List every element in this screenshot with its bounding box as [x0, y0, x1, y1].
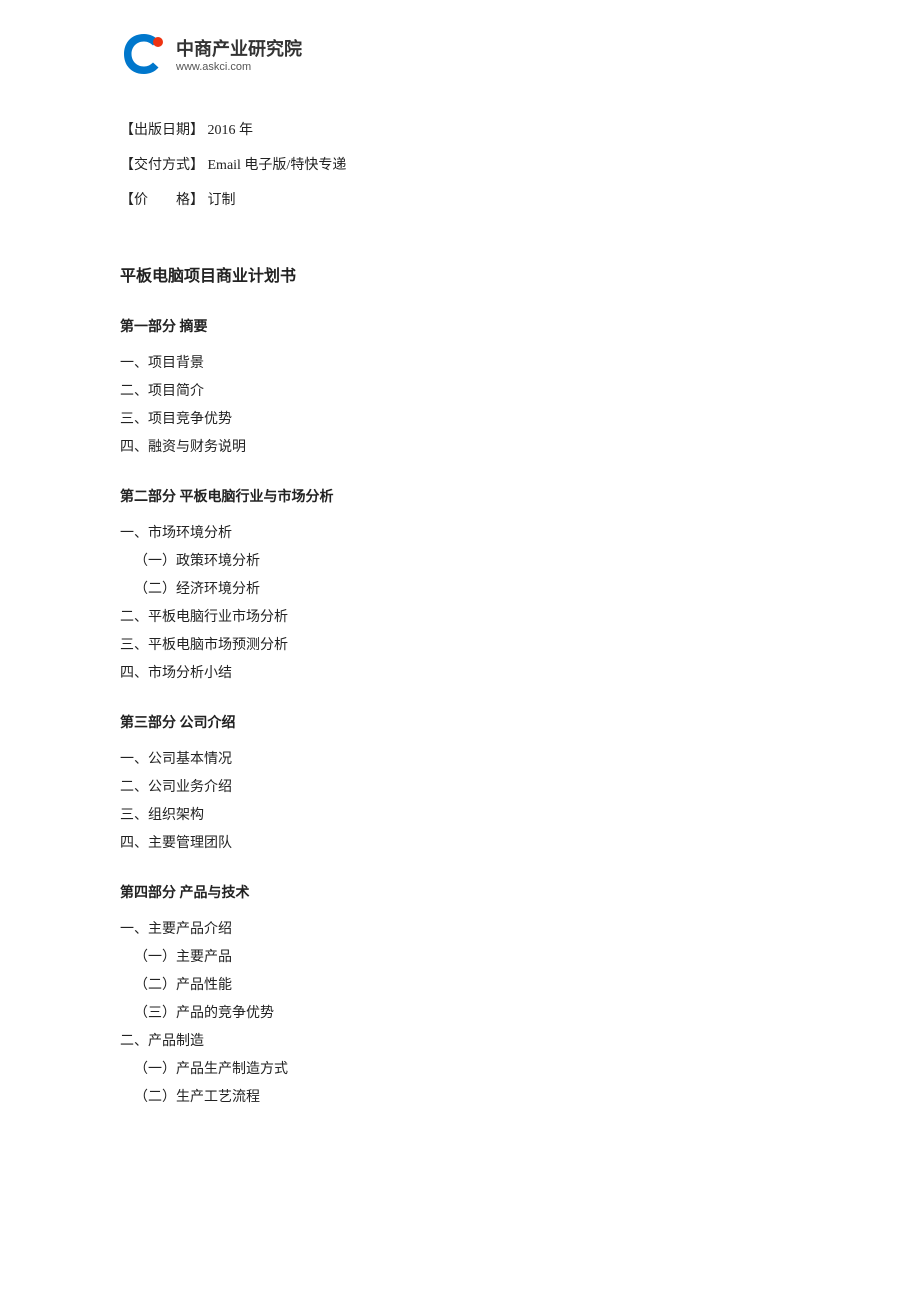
section-item-2-3: 四、主要管理团队	[120, 830, 800, 858]
section-group-3: 第四部分 产品与技术一、主要产品介绍（一）主要产品（二）产品性能（三）产品的竞争…	[120, 880, 800, 1112]
section-group-2: 第三部分 公司介绍一、公司基本情况二、公司业务介绍三、组织架构四、主要管理团队	[120, 710, 800, 858]
section-heading-2: 第三部分 公司介绍	[120, 710, 800, 738]
section-item-0-2: 三、项目竞争优势	[120, 406, 800, 434]
section-group-0: 第一部分 摘要一、项目背景二、项目简介三、项目竞争优势四、融资与财务说明	[120, 314, 800, 462]
page-container: 中商产业研究院 www.askci.com 【出版日期】 2016 年 【交付方…	[0, 0, 920, 1302]
price-value: 订制	[208, 193, 236, 208]
section-item-3-2: （二）产品性能	[120, 972, 800, 1000]
logo-icon	[120, 30, 168, 78]
meta-publish-date: 【出版日期】 2016 年	[120, 118, 800, 143]
section-item-1-1: （一）政策环境分析	[120, 548, 800, 576]
meta-section: 【出版日期】 2016 年 【交付方式】 Email 电子版/特快专递 【价 格…	[120, 118, 800, 214]
section-item-2-1: 二、公司业务介绍	[120, 774, 800, 802]
logo-name: 中商产业研究院	[176, 35, 302, 61]
section-item-3-0: 一、主要产品介绍	[120, 916, 800, 944]
header-logo: 中商产业研究院 www.askci.com	[120, 30, 800, 78]
section-item-1-5: 四、市场分析小结	[120, 660, 800, 688]
doc-title: 平板电脑项目商业计划书	[120, 262, 800, 286]
publish-date-value: 2016 年	[208, 123, 254, 138]
section-item-1-3: 二、平板电脑行业市场分析	[120, 604, 800, 632]
section-item-1-4: 三、平板电脑市场预测分析	[120, 632, 800, 660]
publish-date-label: 【出版日期】	[120, 123, 204, 138]
section-item-3-1: （一）主要产品	[120, 944, 800, 972]
logo-url: www.askci.com	[176, 61, 302, 73]
section-item-3-4: 二、产品制造	[120, 1028, 800, 1056]
delivery-value: Email 电子版/特快专递	[208, 158, 347, 173]
logo-text-block: 中商产业研究院 www.askci.com	[176, 35, 302, 73]
section-group-1: 第二部分 平板电脑行业与市场分析一、市场环境分析（一）政策环境分析（二）经济环境…	[120, 484, 800, 688]
price-label: 【价 格】	[120, 193, 204, 208]
meta-price: 【价 格】 订制	[120, 188, 800, 213]
section-item-2-0: 一、公司基本情况	[120, 746, 800, 774]
section-item-2-2: 三、组织架构	[120, 802, 800, 830]
section-item-3-5: （一）产品生产制造方式	[120, 1056, 800, 1084]
sections-container: 第一部分 摘要一、项目背景二、项目简介三、项目竞争优势四、融资与财务说明第二部分…	[120, 314, 800, 1112]
section-item-3-6: （二）生产工艺流程	[120, 1084, 800, 1112]
section-item-0-3: 四、融资与财务说明	[120, 434, 800, 462]
delivery-label: 【交付方式】	[120, 158, 204, 173]
section-item-0-1: 二、项目简介	[120, 378, 800, 406]
section-item-0-0: 一、项目背景	[120, 350, 800, 378]
section-heading-0: 第一部分 摘要	[120, 314, 800, 342]
section-heading-3: 第四部分 产品与技术	[120, 880, 800, 908]
section-item-1-2: （二）经济环境分析	[120, 576, 800, 604]
section-item-1-0: 一、市场环境分析	[120, 520, 800, 548]
meta-delivery: 【交付方式】 Email 电子版/特快专递	[120, 153, 800, 178]
section-item-3-3: （三）产品的竞争优势	[120, 1000, 800, 1028]
section-heading-1: 第二部分 平板电脑行业与市场分析	[120, 484, 800, 512]
